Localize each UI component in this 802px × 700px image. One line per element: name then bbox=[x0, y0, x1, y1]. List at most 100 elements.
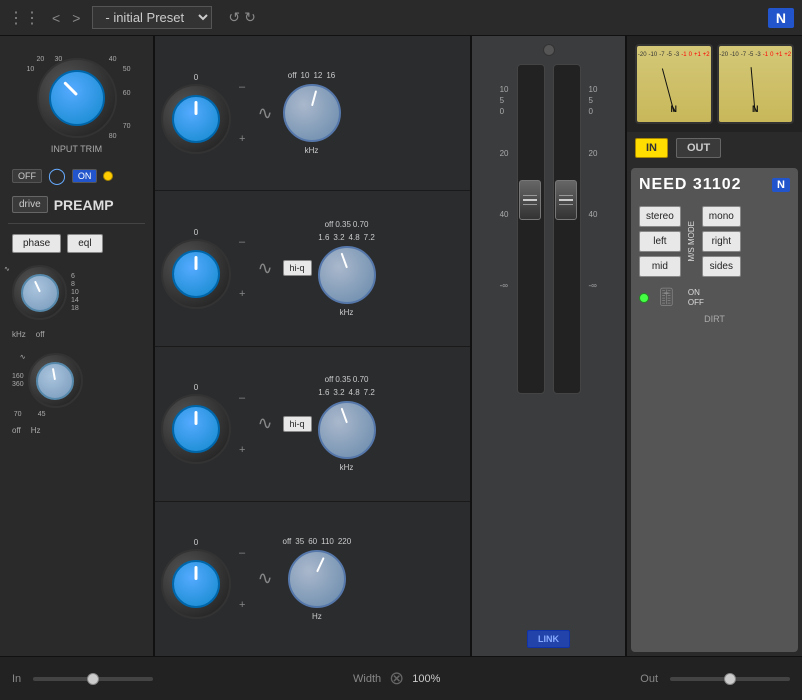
scale-20: 20 bbox=[37, 56, 45, 63]
redo-button[interactable]: ↻ bbox=[244, 9, 256, 26]
link-button[interactable]: LINK bbox=[527, 630, 570, 648]
band1-freq-labels: off 10 12 16 bbox=[288, 71, 335, 80]
band2-hiq-button[interactable]: hi-q bbox=[283, 260, 312, 276]
vu-meter-left-face: -20-10-7-5-3 -10 +1+2 N bbox=[637, 46, 711, 122]
on-button[interactable]: ON bbox=[72, 169, 98, 183]
left-button[interactable]: left bbox=[639, 231, 681, 252]
out-slider[interactable] bbox=[670, 677, 790, 681]
band1-gain-knob[interactable] bbox=[161, 84, 231, 154]
need-title: NEED 31102 bbox=[639, 176, 742, 194]
scale-80: 80 bbox=[109, 133, 117, 140]
drive-button[interactable]: drive bbox=[12, 196, 48, 213]
right-mode-col: mono right sides bbox=[702, 206, 741, 277]
width-section: Width ⊗ 100% bbox=[353, 668, 440, 689]
fader-section: 10 5 0 20 40 -∞ bbox=[472, 36, 627, 656]
nav-buttons: < > bbox=[48, 8, 84, 28]
back-button[interactable]: < bbox=[48, 8, 64, 28]
forward-button[interactable]: > bbox=[68, 8, 84, 28]
in-button[interactable]: IN bbox=[635, 138, 668, 158]
scale-50: 50 bbox=[123, 66, 131, 73]
grid-icon[interactable]: ⋮⋮ bbox=[8, 8, 40, 28]
band1-gain-wrap: 0 bbox=[161, 73, 231, 154]
fader-line-6 bbox=[559, 204, 573, 205]
sides-button[interactable]: sides bbox=[702, 256, 741, 277]
preset-dropdown[interactable]: - initial Preset bbox=[92, 6, 212, 29]
band3-freq-indicator bbox=[340, 408, 347, 424]
band2-freq-labels: off0.350.70 bbox=[325, 220, 369, 229]
dirt-icon[interactable]: 🎚 bbox=[655, 287, 678, 308]
band3-hiq-button[interactable]: hi-q bbox=[283, 416, 312, 432]
power-icon[interactable]: ◯ bbox=[48, 166, 66, 186]
input-trim-label: INPUT TRIM bbox=[51, 144, 102, 154]
band4-gain-knob[interactable] bbox=[161, 549, 231, 619]
band3-freq-labels: off0.350.70 bbox=[325, 375, 369, 384]
hz-knob-indicator bbox=[52, 368, 56, 380]
band4-freq-knob[interactable] bbox=[288, 550, 346, 608]
undo-button[interactable]: ↺ bbox=[228, 9, 240, 26]
scale-40: 40 bbox=[109, 56, 117, 63]
khz-knob[interactable]: ∿ bbox=[12, 265, 67, 320]
khz-knob-indicator bbox=[34, 280, 41, 292]
knob-indicator bbox=[63, 81, 78, 96]
input-trim-knob[interactable] bbox=[37, 58, 117, 138]
out-slider-thumb bbox=[724, 673, 736, 685]
width-label: Width bbox=[353, 673, 381, 685]
band1-freq-knob[interactable] bbox=[283, 84, 341, 142]
off-button[interactable]: OFF bbox=[12, 169, 42, 183]
band3-gain-knob[interactable] bbox=[161, 394, 231, 464]
eq-band-2: 0 – + ∿ hi-q off0.350.70 bbox=[155, 191, 470, 346]
band2-freq-indicator bbox=[340, 252, 347, 268]
fader-handle-left[interactable] bbox=[519, 180, 541, 220]
band3-pm: – + bbox=[239, 392, 245, 456]
in-slider-thumb bbox=[87, 673, 99, 685]
band3-khz-label: kHz bbox=[340, 463, 354, 472]
band2-freq-knob[interactable] bbox=[318, 246, 376, 304]
band2-gain-knob[interactable] bbox=[161, 239, 231, 309]
mid-button[interactable]: mid bbox=[639, 256, 681, 277]
link-chain-icon[interactable]: ⊗ bbox=[389, 668, 404, 689]
band4-indicator bbox=[195, 566, 198, 580]
band2-indicator bbox=[195, 256, 198, 270]
fader-top-dot bbox=[543, 44, 555, 56]
fader-handle-right[interactable] bbox=[555, 180, 577, 220]
band1-khz-label: kHz bbox=[305, 146, 319, 155]
band3-freq-labels2: 1.63.24.87.2 bbox=[318, 388, 375, 397]
right-button[interactable]: right bbox=[702, 231, 741, 252]
eq-band-4: 0 – + ∿ off3560110220 bbox=[155, 502, 470, 656]
ms-mode-label: M/S MODE bbox=[687, 221, 696, 261]
band3-freq-knob[interactable] bbox=[318, 401, 376, 459]
band3-indicator bbox=[195, 411, 198, 425]
on-off-switch: ON OFF bbox=[688, 288, 704, 307]
scale-60: 60 bbox=[123, 90, 131, 97]
need-header: NEED 31102 N bbox=[639, 176, 790, 194]
phase-button[interactable]: phase bbox=[12, 234, 61, 253]
out-button[interactable]: OUT bbox=[676, 138, 721, 158]
fader-track-right[interactable] bbox=[553, 64, 581, 394]
phase-eql-row: phase eql bbox=[8, 232, 145, 255]
width-value: 100% bbox=[412, 673, 440, 685]
vu-meter-right: -20-10-7-5-3 -10 +1+2 N bbox=[717, 44, 795, 124]
eq-bands-wrapper: 0 – + ∿ off 10 bbox=[155, 36, 470, 656]
mono-button[interactable]: mono bbox=[702, 206, 741, 227]
fader-track-left[interactable] bbox=[517, 64, 545, 394]
stereo-button[interactable]: stereo bbox=[639, 206, 681, 227]
eq-band-3: 0 – + ∿ hi-q off0.350.70 bbox=[155, 347, 470, 502]
band1-indicator bbox=[195, 101, 198, 115]
hz-knob[interactable]: ∿ 70 45 bbox=[28, 353, 83, 408]
fader-line-3 bbox=[523, 204, 537, 205]
ms-mode-col: M/S MODE bbox=[687, 206, 696, 277]
eql-button[interactable]: eql bbox=[67, 234, 102, 253]
brand-logo: N bbox=[768, 8, 794, 28]
vu-meter-right-face: -20-10-7-5-3 -10 +1+2 N bbox=[719, 46, 793, 122]
band1-freq-group: off 10 12 16 kHz bbox=[283, 71, 341, 155]
main-content: 20 30 40 10 50 60 70 80 bbox=[0, 36, 802, 656]
in-slider[interactable] bbox=[33, 677, 153, 681]
eq-band-1: 0 – + ∿ off 10 bbox=[155, 36, 470, 191]
bottom-bar: In Width ⊗ 100% Out bbox=[0, 656, 802, 700]
hz-scale-left: 160 360 bbox=[12, 373, 24, 388]
vu-meter-left: -20-10-7-5-3 -10 +1+2 N bbox=[635, 44, 713, 124]
vu-scale-left: -20-10-7-5-3 -10 +1+2 bbox=[636, 50, 712, 58]
fader-line-4 bbox=[559, 195, 573, 196]
undo-redo-group: ↺ ↻ bbox=[228, 9, 255, 26]
band4-freq-indicator bbox=[316, 557, 325, 572]
